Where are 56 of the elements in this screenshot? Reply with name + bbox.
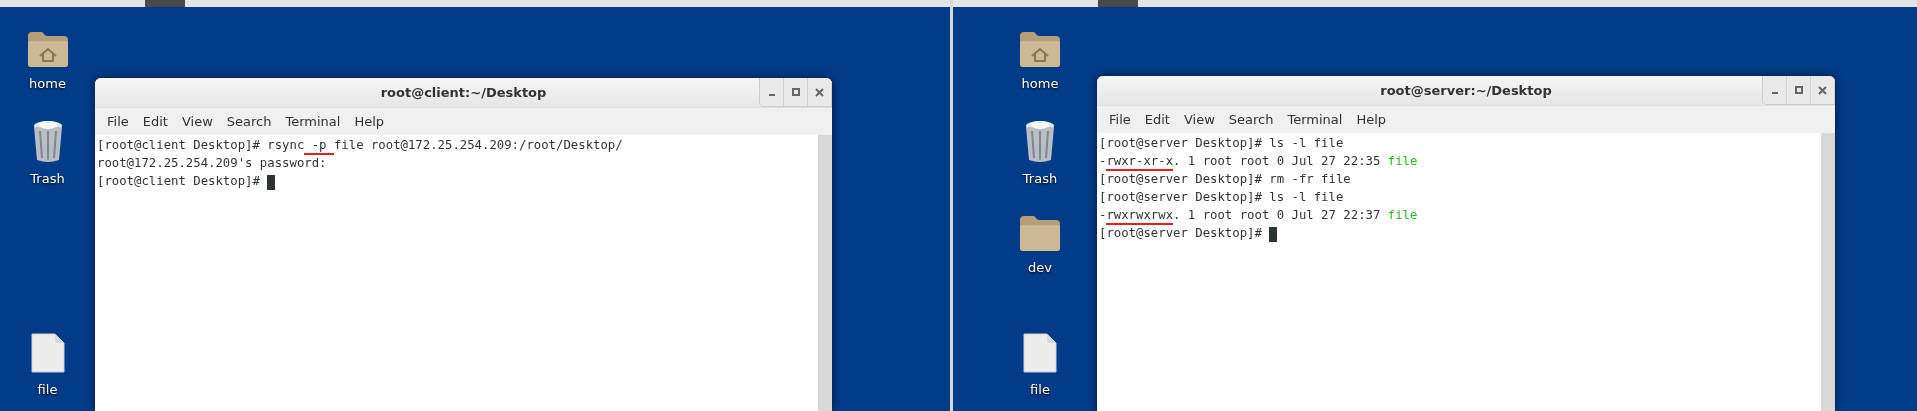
close-button[interactable]	[1811, 76, 1835, 104]
icon-label[interactable]: Trash	[30, 171, 65, 186]
scrollbar[interactable]	[818, 135, 832, 411]
menu-item[interactable]: Terminal	[1281, 112, 1349, 127]
maximize-icon	[1794, 86, 1803, 94]
scroll-thumb[interactable]	[1098, 0, 1138, 7]
terminal-text: -p	[304, 137, 334, 155]
scroll-thumb[interactable]	[145, 0, 185, 7]
maximize-icon	[791, 88, 800, 96]
window-title: root@client:~/Desktop	[380, 85, 547, 100]
home-folder-icon	[1018, 30, 1062, 68]
close-icon	[815, 87, 824, 97]
terminal-text: [root@client Desktop]# rsync	[97, 137, 305, 154]
menu-item[interactable]: File	[101, 114, 135, 129]
scrollbar[interactable]	[1821, 133, 1835, 411]
terminal-text: rwxrwxrwx	[1106, 207, 1174, 225]
icon-label[interactable]: file	[1030, 382, 1050, 397]
menu-item[interactable]: Terminal	[279, 114, 347, 129]
menu-item[interactable]: Search	[1222, 112, 1280, 127]
terminal-text: -	[1099, 153, 1107, 170]
file-icon	[29, 332, 66, 374]
terminal-text: [root@server Desktop]# ls -l file	[1099, 135, 1344, 152]
menu-item[interactable]: Edit	[1138, 112, 1176, 127]
menu-item[interactable]: Help	[1350, 112, 1393, 127]
terminal-text: [root@server Desktop]#	[1099, 225, 1263, 242]
file-name: file	[1387, 207, 1418, 224]
terminal-text: . 1 root root 0 Jul 27 22:37	[1173, 207, 1382, 224]
menu-item[interactable]: Search	[220, 114, 278, 129]
terminal-text: -	[1099, 207, 1107, 224]
trash-icon	[1023, 119, 1057, 163]
maximize-button[interactable]	[1787, 76, 1811, 104]
icon-label[interactable]: file	[37, 382, 58, 397]
menu-item[interactable]: Help	[348, 114, 391, 129]
terminal-text: rwxr-xr-x	[1106, 153, 1174, 171]
close-icon	[1818, 85, 1827, 95]
terminal-text: file root@172.25.254.209:/root/Desktop/	[333, 137, 623, 154]
folder-icon	[1018, 214, 1062, 252]
terminal-text: . 1 root root 0 Jul 27 22:35	[1173, 153, 1382, 170]
terminal-text: [root@client Desktop]#	[97, 173, 261, 190]
menu-item[interactable]: Edit	[136, 114, 174, 129]
home-folder-icon	[25, 30, 70, 68]
icon-label[interactable]: home	[29, 76, 66, 91]
maximize-button[interactable]	[784, 78, 808, 106]
terminal-text: [root@server Desktop]# ls -l file	[1099, 189, 1344, 206]
terminal-text: [root@server Desktop]# rm -fr file	[1099, 171, 1351, 188]
menu-item[interactable]: View	[1177, 112, 1221, 127]
close-button[interactable]	[808, 78, 832, 106]
icon-label[interactable]: home	[1021, 76, 1059, 91]
window-title: root@server:~/Desktop	[1380, 83, 1552, 98]
icon-label[interactable]: dev	[1028, 260, 1052, 275]
terminal-text: root@172.25.254.209's password:	[97, 155, 327, 172]
menu-item[interactable]: File	[1103, 112, 1137, 127]
icon-label[interactable]: Trash	[1022, 171, 1058, 186]
file-icon	[1022, 332, 1058, 374]
file-name: file	[1387, 153, 1418, 170]
menu-item[interactable]: View	[175, 114, 219, 129]
